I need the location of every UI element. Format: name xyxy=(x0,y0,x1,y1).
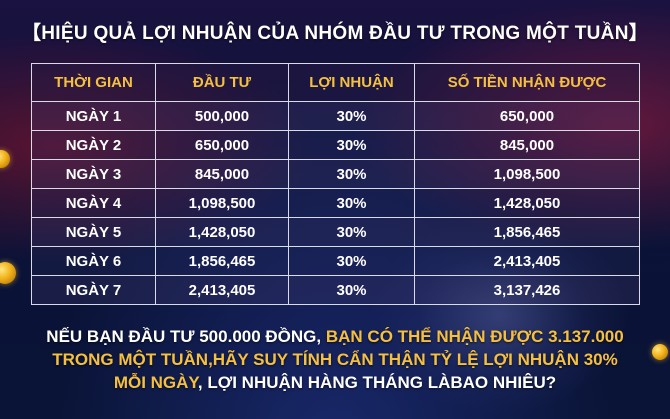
header-received: SỐ TIỀN NHẬN ĐƯỢC xyxy=(414,63,640,102)
table-row: NGÀY 4 1,098,500 30% 1,428,050 xyxy=(31,188,640,218)
table-row: NGÀY 7 2,413,405 30% 3,137,426 xyxy=(31,275,640,305)
table-row: NGÀY 3 845,000 30% 1,098,500 xyxy=(31,159,640,189)
table-header-row: THỜI GIAN ĐẦU TƯ LỢI NHUẬN SỐ TIỀN NHẬN … xyxy=(31,63,640,102)
cell-day: NGÀY 6 xyxy=(31,246,156,276)
cell-profit: 30% xyxy=(288,159,415,189)
cell-profit: 30% xyxy=(288,217,415,247)
footer-line-1-gold: BẠN CÓ THỂ NHẬN ĐƯỢC 3.137.000 xyxy=(325,327,624,346)
cell-invest: 1,098,500 xyxy=(155,188,289,218)
table-row: NGÀY 2 650,000 30% 845,000 xyxy=(31,130,640,160)
cell-invest: 845,000 xyxy=(155,159,289,189)
table-row: NGÀY 6 1,856,465 30% 2,413,405 xyxy=(31,246,640,276)
cell-profit: 30% xyxy=(288,188,415,218)
footer-line-3-white: , LỢI NHUẬN HÀNG THÁNG LÀBAO NHIÊU? xyxy=(197,373,557,392)
header-profit: LỢI NHUẬN xyxy=(288,63,415,102)
cell-day: NGÀY 5 xyxy=(31,217,156,247)
header-time: THỜI GIAN xyxy=(31,63,156,102)
footer-line-1: NẾU BẠN ĐẦU TƯ 500.000 ĐỒNG, BẠN CÓ THỂ … xyxy=(0,325,670,348)
cell-day: NGÀY 3 xyxy=(31,159,156,189)
cell-received: 1,428,050 xyxy=(414,188,640,218)
cell-received: 1,856,465 xyxy=(414,217,640,247)
cell-profit: 30% xyxy=(288,275,415,305)
cell-invest: 2,413,405 xyxy=(155,275,289,305)
page-title: 【HIỆU QUẢ LỢI NHUẬN CỦA NHÓM ĐẦU TƯ TRON… xyxy=(21,23,649,44)
cell-day: NGÀY 7 xyxy=(31,275,156,305)
footer-question: NẾU BẠN ĐẦU TƯ 500.000 ĐỒNG, BẠN CÓ THỂ … xyxy=(0,325,670,394)
footer-line-2: TRONG MỘT TUẦN,HÃY SUY TÍNH CẨN THẬN TỶ … xyxy=(52,350,618,369)
header-invest: ĐẦU TƯ xyxy=(155,63,289,102)
profit-table: THỜI GIAN ĐẦU TƯ LỢI NHUẬN SỐ TIỀN NHẬN … xyxy=(31,63,640,305)
cell-received: 650,000 xyxy=(414,101,640,131)
cell-invest: 1,428,050 xyxy=(155,217,289,247)
cell-received: 2,413,405 xyxy=(414,246,640,276)
cell-day: NGÀY 1 xyxy=(31,101,156,131)
footer-line-1-white: NẾU BẠN ĐẦU TƯ 500.000 ĐỒNG, xyxy=(46,327,326,346)
cell-invest: 1,856,465 xyxy=(155,246,289,276)
table-row: NGÀY 1 500,000 30% 650,000 xyxy=(31,101,640,131)
cell-invest: 500,000 xyxy=(155,101,289,131)
cell-profit: 30% xyxy=(288,101,415,131)
cell-day: NGÀY 4 xyxy=(31,188,156,218)
cell-received: 845,000 xyxy=(414,130,640,160)
cell-day: NGÀY 2 xyxy=(31,130,156,160)
cell-received: 1,098,500 xyxy=(414,159,640,189)
footer-line-3: MỖI NGÀY, LỢI NHUẬN HÀNG THÁNG LÀBAO NHI… xyxy=(0,371,670,394)
cell-received: 3,137,426 xyxy=(414,275,640,305)
cell-profit: 30% xyxy=(288,130,415,160)
table-row: NGÀY 5 1,428,050 30% 1,856,465 xyxy=(31,217,640,247)
cell-invest: 650,000 xyxy=(155,130,289,160)
cell-profit: 30% xyxy=(288,246,415,276)
footer-line-3-gold: MỖI NGÀY xyxy=(113,373,198,392)
